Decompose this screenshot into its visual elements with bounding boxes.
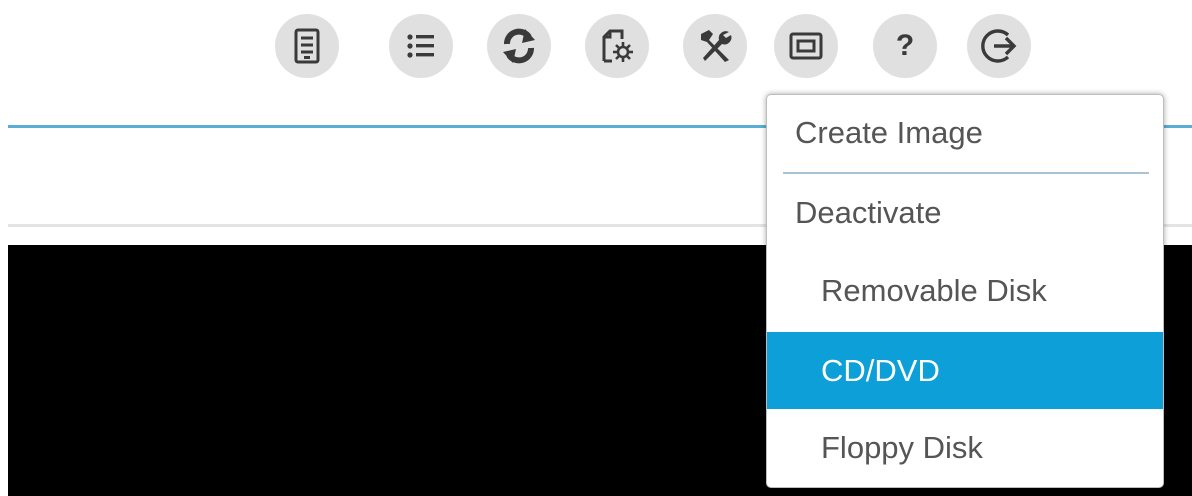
- menu-item-create-image[interactable]: Create Image: [767, 95, 1163, 171]
- menu-item-deactivate[interactable]: Deactivate: [767, 175, 1163, 251]
- refresh-button[interactable]: [487, 14, 551, 78]
- menu-item-removable-disk[interactable]: Removable Disk: [767, 253, 1163, 329]
- menu-item-cd-dvd[interactable]: CD/DVD: [767, 332, 1163, 409]
- file-settings-icon: [602, 29, 633, 63]
- list-icon: [407, 34, 434, 58]
- tools-button[interactable]: [683, 14, 747, 78]
- virtual-media-menu: Create Image Deactivate Removable Disk C…: [766, 94, 1164, 488]
- logout-button[interactable]: [967, 14, 1031, 78]
- toolbar: ?: [0, 0, 1192, 88]
- console-window-button[interactable]: [774, 14, 838, 78]
- menu-item-floppy-disk[interactable]: Floppy Disk: [767, 409, 1163, 487]
- server-button[interactable]: [275, 14, 339, 78]
- file-settings-button[interactable]: [585, 14, 649, 78]
- menu-separator: [783, 172, 1149, 174]
- kvm-console-page: ? Create Image Deactivate Removable Disk…: [0, 0, 1192, 496]
- console-window-icon: [789, 32, 823, 60]
- list-button[interactable]: [389, 14, 453, 78]
- help-button[interactable]: ?: [873, 14, 937, 78]
- tools-icon: [701, 30, 732, 62]
- logout-icon: [981, 29, 1017, 63]
- server-icon: [294, 28, 320, 64]
- refresh-icon: [503, 28, 535, 64]
- help-icon: ?: [895, 29, 915, 62]
